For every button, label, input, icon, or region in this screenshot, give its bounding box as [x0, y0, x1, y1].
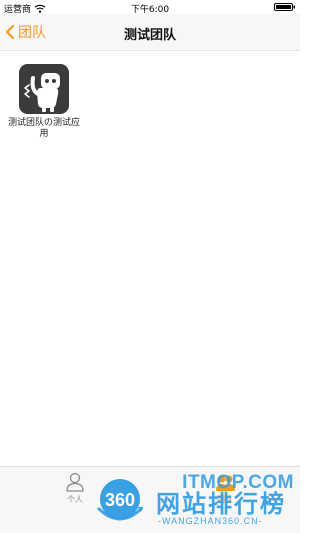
person-icon — [66, 472, 84, 492]
page-title: 测试团队 — [123, 28, 176, 43]
tab-personal-label: 个人 — [67, 495, 83, 504]
robot-app-icon — [19, 64, 69, 114]
navigation-bar: 团队 测试团队 — [0, 14, 300, 51]
battery-icon — [274, 3, 295, 11]
tab-team[interactable]: 团队 — [195, 471, 255, 505]
status-bar: 运营商 下午6:00 — [0, 0, 300, 15]
app-screen: 运营商 下午6:00 团队 测试团队 测试团队の测试应用 个人 团队 ITMOP… — [0, 0, 300, 533]
team-icon — [216, 475, 235, 491]
app-name: 测试团队の测试应用 — [7, 118, 80, 139]
app-tile[interactable]: 测试团队の测试应用 — [6, 64, 82, 140]
tab-bar: 个人 团队 — [0, 466, 300, 533]
tab-personal[interactable]: 个人 — [45, 471, 105, 505]
tab-team-label: 团队 — [217, 495, 233, 504]
